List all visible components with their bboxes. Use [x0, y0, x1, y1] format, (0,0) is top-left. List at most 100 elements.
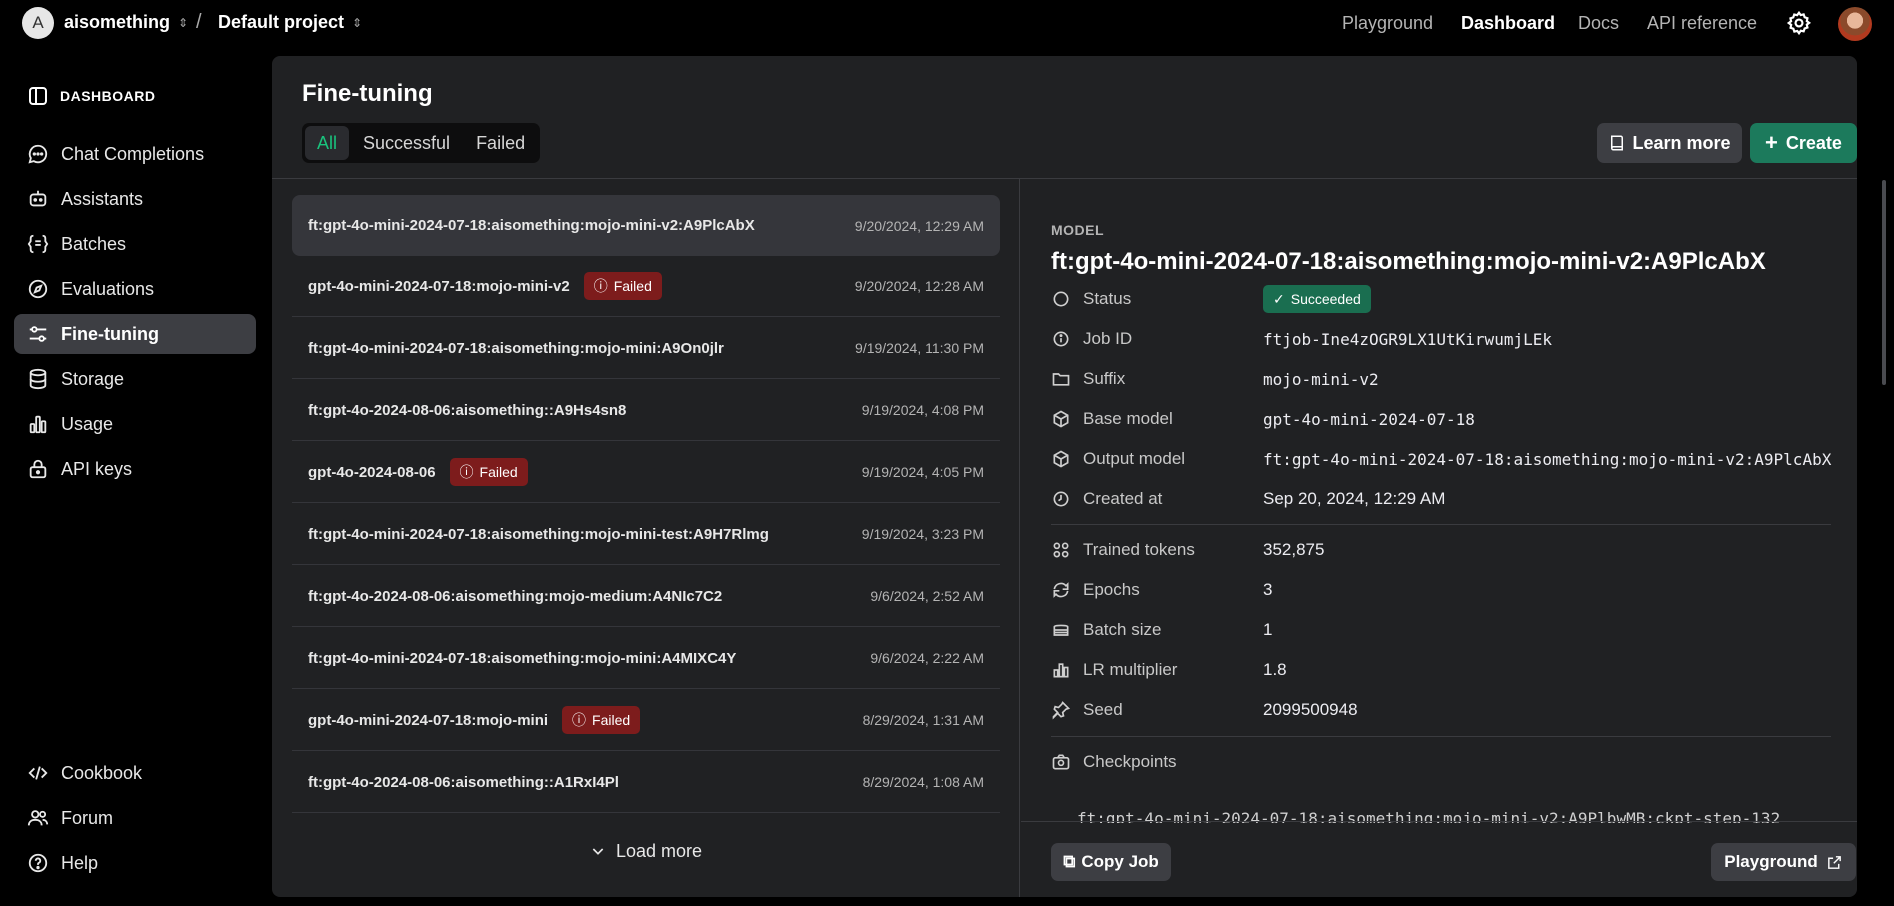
- sidebar-item-chat-completions[interactable]: Chat Completions: [14, 134, 256, 174]
- sidebar-item-batches[interactable]: Batches: [14, 224, 256, 264]
- bar-chart-icon: [29, 415, 47, 434]
- sidebar-item-cookbook[interactable]: Cookbook: [14, 753, 256, 793]
- job-name: ft:gpt-4o-2024-08-06:aisomething::A1RxI4…: [308, 773, 619, 791]
- job-row[interactable]: ft:gpt-4o-mini-2024-07-18:aisomething:mo…: [292, 504, 1000, 565]
- job-date: 9/6/2024, 2:52 AM: [870, 588, 984, 604]
- section-label: MODEL: [1051, 222, 1105, 238]
- nav-docs[interactable]: Docs: [1578, 13, 1619, 34]
- detail-label: Batch size: [1083, 620, 1162, 639]
- sidebar-item-api-keys[interactable]: API keys: [14, 449, 256, 489]
- stack-icon: [1053, 624, 1069, 636]
- top-bar: A aisomething ⇕ / Default project ⇕ Play…: [0, 0, 1894, 46]
- detail-label: Output model: [1083, 449, 1186, 468]
- sliders-icon: [29, 326, 47, 342]
- project-switcher[interactable]: Default project ⇕: [218, 12, 362, 33]
- job-row[interactable]: ft:gpt-4o-mini-2024-07-18:aisomething:mo…: [292, 628, 1000, 689]
- detail-epochs: Epochs 3: [1051, 575, 1851, 605]
- job-row[interactable]: ft:gpt-4o-2024-08-06:aisomething::A9Hs4s…: [292, 380, 1000, 441]
- camera-icon: [1052, 754, 1070, 770]
- org-switcher[interactable]: aisomething ⇕: [64, 12, 188, 33]
- detail-panel: MODEL ft:gpt-4o-mini-2024-07-18:aisometh…: [1021, 179, 1857, 897]
- sidebar-item-evaluations[interactable]: Evaluations: [14, 269, 256, 309]
- nav-dashboard[interactable]: Dashboard: [1461, 13, 1555, 34]
- sidebar-item-help[interactable]: Help: [14, 843, 256, 883]
- detail-label: Base model: [1083, 409, 1173, 428]
- sidebar-item-fine-tuning[interactable]: Fine-tuning: [14, 314, 256, 354]
- job-row[interactable]: gpt-4o-2024-08-06 ⓘ Failed 9/19/2024, 4:0…: [292, 442, 1000, 503]
- detail-output-model: Output model ft:gpt-4o-mini-2024-07-18:a…: [1051, 444, 1851, 474]
- job-row[interactable]: ft:gpt-4o-2024-08-06:aisomething::A1RxI4…: [292, 752, 1000, 813]
- sidebar-item-storage[interactable]: Storage: [14, 359, 256, 399]
- chevron-down-icon: [592, 848, 604, 855]
- create-button[interactable]: + Create: [1750, 123, 1857, 163]
- detail-job-id: Job ID ftjob-Ine4zOGR9LX1UtKirwumjLEk: [1051, 324, 1851, 354]
- org-name: aisomething: [64, 12, 171, 32]
- sidebar-item-assistants[interactable]: Assistants: [14, 179, 256, 219]
- tab-all[interactable]: All: [305, 126, 350, 160]
- playground-label: Playground: [1724, 852, 1818, 871]
- base-model-value: gpt-4o-mini-2024-07-18: [1263, 409, 1475, 429]
- user-avatar[interactable]: [1838, 7, 1872, 41]
- status-value: Succeeded: [1290, 291, 1361, 307]
- circle-icon: [1053, 291, 1069, 307]
- sidebar-item-label: Evaluations: [61, 278, 155, 299]
- seed-value: 2099500948: [1263, 700, 1358, 719]
- detail-label: Created at: [1083, 489, 1163, 508]
- detail-label: Suffix: [1083, 369, 1126, 388]
- book-icon: [1611, 135, 1624, 151]
- model-name: ft:gpt-4o-mini-2024-07-18:aisomething:mo…: [1051, 248, 1766, 275]
- sidebar-toggle-icon[interactable]: [28, 86, 48, 106]
- nav-api-reference[interactable]: API reference: [1647, 13, 1757, 34]
- sidebar-item-label: Batches: [61, 233, 127, 254]
- load-more-button[interactable]: Load more: [272, 829, 1020, 873]
- copy-icon: ⧉: [1063, 852, 1076, 871]
- job-date: 9/19/2024, 4:08 PM: [861, 402, 984, 418]
- job-name: ft:gpt-4o-mini-2024-07-18:aisomething:mo…: [308, 217, 755, 234]
- page-title: Fine-tuning: [302, 80, 433, 107]
- detail-label: Checkpoints: [1083, 752, 1177, 771]
- job-row[interactable]: gpt-4o-mini-2024-07-18:mojo-mini-v2 ⓘ Fai…: [292, 256, 1000, 317]
- detail-label: LR multiplier: [1083, 660, 1178, 679]
- sidebar-item-usage[interactable]: Usage: [14, 404, 256, 444]
- sidebar-item-forum[interactable]: Forum: [14, 798, 256, 838]
- job-row[interactable]: ft:gpt-4o-2024-08-06:aisomething:mojo-me…: [292, 566, 1000, 627]
- tab-successful[interactable]: Successful: [351, 126, 462, 160]
- gear-icon[interactable]: [1786, 10, 1812, 36]
- sidebar-item-label: Usage: [61, 413, 114, 434]
- sidebar-item-label: Forum: [61, 807, 114, 828]
- copy-job-button[interactable]: ⧉ Copy Job: [1051, 843, 1171, 881]
- job-row[interactable]: ft:gpt-4o-mini-2024-07-18:aisomething:mo…: [292, 195, 1000, 256]
- job-name: ft:gpt-4o-mini-2024-07-18:aisomething:mo…: [308, 525, 769, 543]
- detail-status: Status ✓ Succeeded: [1051, 284, 1851, 314]
- cube-icon: [1053, 410, 1069, 428]
- pin-icon: [1052, 701, 1071, 720]
- sidebar-item-label: Help: [61, 852, 99, 873]
- chat-icon: [28, 144, 48, 164]
- project-name: Default project: [218, 12, 345, 32]
- nav-playground[interactable]: Playground: [1342, 13, 1433, 34]
- tab-failed[interactable]: Failed: [464, 126, 537, 160]
- job-row[interactable]: ft:gpt-4o-mini-2024-07-18:aisomething:mo…: [292, 318, 1000, 379]
- people-icon: [27, 810, 49, 826]
- job-name: ft:gpt-4o-mini-2024-07-18:aisomething:mo…: [308, 649, 737, 667]
- job-name: ft:gpt-4o-mini-2024-07-18:aisomething:mo…: [308, 339, 724, 357]
- batches-icon: [27, 234, 49, 254]
- job-row[interactable]: gpt-4o-mini-2024-07-18:mojo-mini ⓘ Failed…: [292, 690, 1000, 751]
- org-avatar[interactable]: A: [22, 7, 54, 39]
- job-id-value[interactable]: ftjob-Ine4zOGR9LX1UtKirwumjLEk: [1263, 330, 1552, 349]
- detail-seed: Seed 2099500948: [1051, 695, 1851, 725]
- job-name: gpt-4o-mini-2024-07-18:mojo-mini: [308, 711, 549, 729]
- job-list: ft:gpt-4o-mini-2024-07-18:aisomething:mo…: [272, 179, 1020, 897]
- job-date: 9/20/2024, 12:28 AM: [854, 278, 984, 294]
- scrollbar[interactable]: [1882, 180, 1886, 385]
- output-model-value[interactable]: ft:gpt-4o-mini-2024-07-18:aisomething:mo…: [1263, 450, 1831, 469]
- job-date: 9/19/2024, 11:30 PM: [855, 340, 984, 356]
- job-name: ft:gpt-4o-2024-08-06:aisomething:mojo-me…: [308, 587, 723, 605]
- sidebar-header[interactable]: DASHBOARD: [28, 86, 156, 106]
- failed-badge: ⓘ Failed: [449, 458, 528, 486]
- robot-icon: [29, 190, 47, 207]
- playground-button[interactable]: Playground: [1711, 843, 1856, 881]
- detail-lr-multiplier: LR multiplier 1.8: [1051, 655, 1851, 685]
- code-icon: [28, 766, 48, 780]
- learn-more-button[interactable]: Learn more: [1597, 123, 1742, 163]
